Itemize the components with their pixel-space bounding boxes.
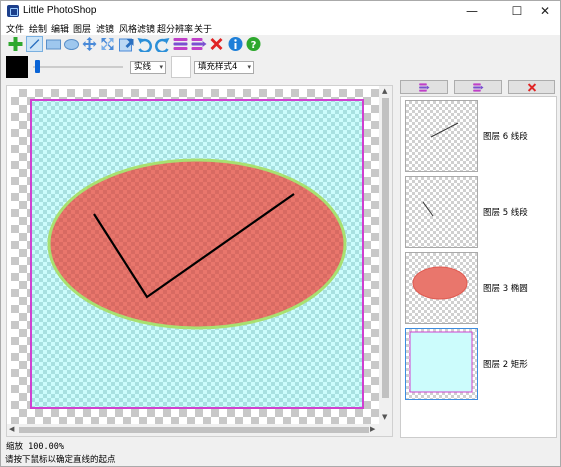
delete-icon[interactable] xyxy=(208,36,225,52)
layer-item[interactable]: 图层 3 椭圆 xyxy=(403,251,557,325)
vertical-scroll-thumb[interactable] xyxy=(382,98,389,398)
menu-draw[interactable]: 绘制 xyxy=(29,22,47,35)
menu-filter[interactable]: 滤镜 xyxy=(96,22,114,35)
move-layer-up-icon xyxy=(419,83,430,92)
menu-file[interactable]: 文件 xyxy=(6,22,24,35)
delete-layer-button[interactable] xyxy=(508,80,555,94)
line-width-slider-thumb[interactable] xyxy=(34,60,40,73)
layers-panel: 图层 6 线段 图层 5 线段 图层 3 椭圆 图层 2 矩形 xyxy=(400,96,557,438)
window-title: Little PhotoShop xyxy=(23,5,97,16)
horizontal-scrollbar[interactable]: ◀ ▶ xyxy=(7,424,380,436)
resize-icon[interactable] xyxy=(118,36,135,52)
menu-style-filter[interactable]: 风格滤镜 xyxy=(119,22,155,35)
svg-text:?: ? xyxy=(251,40,257,51)
menu-layer[interactable]: 图层 xyxy=(73,22,91,35)
layer-item[interactable]: 图层 5 线段 xyxy=(403,175,557,249)
fill-color-swatch[interactable] xyxy=(171,56,191,78)
delete-layer-icon xyxy=(527,83,537,92)
layer-thumbnail xyxy=(405,328,478,400)
rectangle-tool-icon[interactable] xyxy=(45,36,62,52)
layer-label: 图层 6 线段 xyxy=(483,132,528,142)
layer-item[interactable]: 图层 6 线段 xyxy=(403,99,557,173)
layer-thumbnail xyxy=(405,176,478,248)
move-icon[interactable] xyxy=(81,36,98,52)
menu-edit[interactable]: 编辑 xyxy=(51,22,69,35)
chevron-down-icon: ▾ xyxy=(159,63,163,71)
app-logo-icon xyxy=(7,5,19,17)
layer-icon[interactable] xyxy=(172,36,189,52)
move-layer-down-button[interactable] xyxy=(454,80,502,94)
scroll-left-icon[interactable]: ◀ xyxy=(9,425,14,433)
scroll-up-icon[interactable]: ▲ xyxy=(382,87,387,95)
menu-super-resolution[interactable]: 超分辨率 xyxy=(157,22,193,35)
toolbar: ? xyxy=(1,35,560,53)
scroll-right-icon[interactable]: ▶ xyxy=(370,425,375,433)
info-icon[interactable] xyxy=(227,36,244,52)
add-icon[interactable] xyxy=(7,36,24,52)
close-button[interactable]: ✕ xyxy=(528,1,561,21)
move-layer-down-icon xyxy=(473,83,484,92)
stroke-color-swatch[interactable] xyxy=(6,56,28,78)
fill-style-select[interactable]: 填充样式4 ▾ xyxy=(194,61,254,74)
minimize-button[interactable]: — xyxy=(455,1,489,21)
horizontal-scroll-thumb[interactable] xyxy=(19,427,369,433)
ellipse-tool-icon[interactable] xyxy=(63,36,80,52)
help-icon[interactable]: ? xyxy=(245,36,262,52)
line-style-value: 实线 xyxy=(134,62,152,72)
redo-icon[interactable] xyxy=(154,36,171,52)
zoom-label: 缩放 100.00% xyxy=(6,442,64,452)
menu-bar: 文件 绘制 编辑 图层 滤镜 风格滤镜 超分辨率 关于 xyxy=(1,21,560,35)
layer-thumbnail xyxy=(405,100,478,172)
canvas-area[interactable]: ▲ ▼ ◀ ▶ xyxy=(6,85,393,437)
layer-label: 图层 3 椭圆 xyxy=(483,284,528,294)
line-width-slider[interactable] xyxy=(33,66,123,68)
transform-icon[interactable] xyxy=(99,36,116,52)
app-window: Little PhotoShop — ☐ ✕ 文件 绘制 编辑 图层 滤镜 风格… xyxy=(0,0,561,467)
status-bar: 请按下鼠标以确定直线的起点 xyxy=(5,455,116,465)
fill-style-value: 填充样式4 xyxy=(198,62,238,72)
line-style-select[interactable]: 实线 ▾ xyxy=(130,61,166,74)
line-tool-icon[interactable] xyxy=(26,36,43,52)
layer-thumbnail xyxy=(405,252,478,324)
undo-icon[interactable] xyxy=(136,36,153,52)
layer-label: 图层 5 线段 xyxy=(483,208,528,218)
move-layer-up-button[interactable] xyxy=(400,80,448,94)
ellipse-shape[interactable] xyxy=(47,158,347,330)
layer-item[interactable]: 图层 2 矩形 xyxy=(403,327,557,401)
menu-about[interactable]: 关于 xyxy=(194,22,212,35)
vertical-scrollbar[interactable]: ▲ ▼ xyxy=(379,86,392,436)
chevron-down-icon: ▾ xyxy=(247,63,251,71)
options-bar: 实线 ▾ 填充样式4 ▾ xyxy=(1,53,560,83)
layer-add-icon[interactable] xyxy=(190,36,207,52)
scroll-down-icon[interactable]: ▼ xyxy=(382,413,387,421)
drawing-canvas[interactable] xyxy=(7,86,380,424)
layer-label: 图层 2 矩形 xyxy=(483,360,528,370)
title-bar: Little PhotoShop — ☐ ✕ xyxy=(1,1,560,21)
